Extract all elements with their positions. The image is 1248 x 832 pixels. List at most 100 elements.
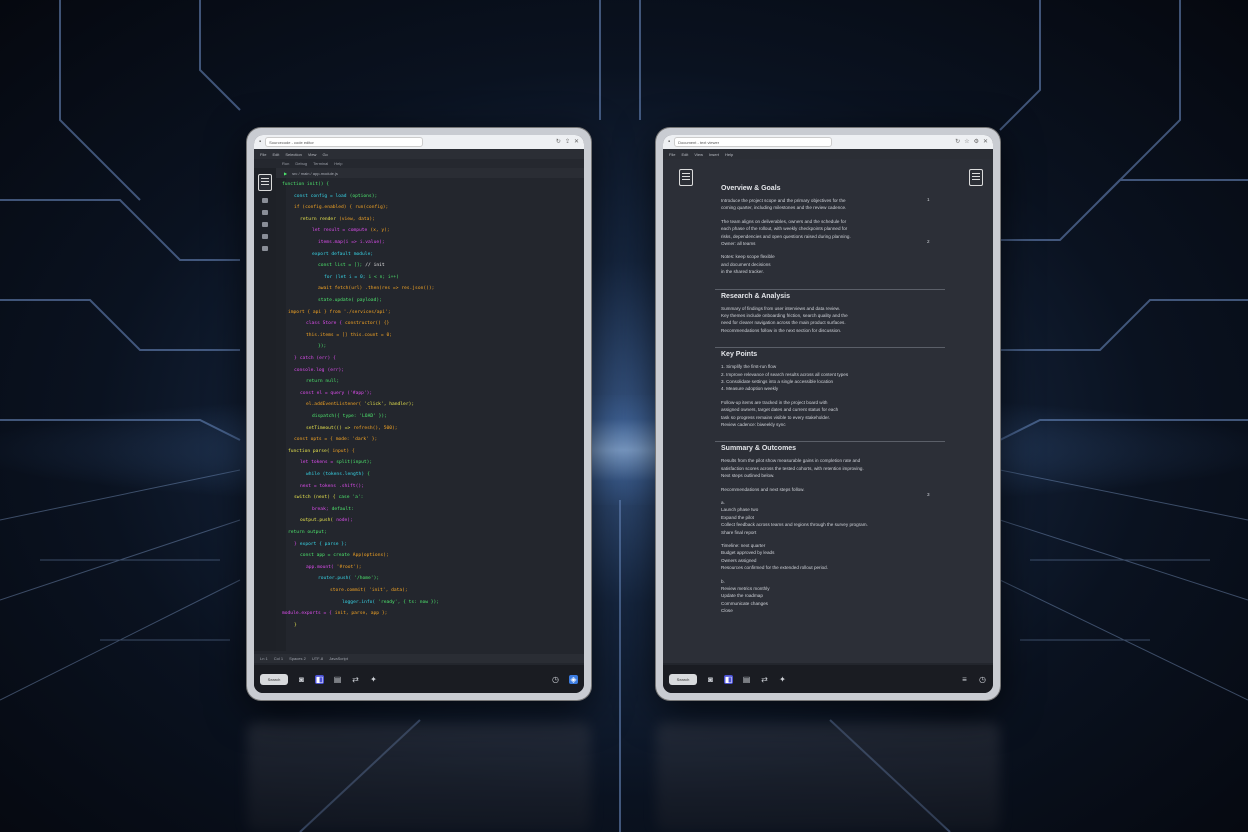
menu-view[interactable]: View [308,152,317,157]
paragraph-line: coming quarter, including milestones and… [721,205,847,211]
code-line: setTimeout(() => refresh(), 500); [306,426,398,431]
close-icon[interactable]: ✕ [983,138,988,146]
code-token: store.commit( [330,588,366,593]
dock-search[interactable]: Search [669,673,697,685]
refresh-icon[interactable]: ↻ [955,138,960,146]
code-line: if (config.enabled) {run(config); [294,205,388,210]
code-line: await fetch(url) .then(res => res.json())… [318,286,434,291]
code-line: return output; [288,530,327,535]
menu-icon[interactable]: ≡ [960,675,969,684]
history-icon[interactable]: ◷ [978,675,987,684]
camera-icon[interactable]: ◙ [706,675,715,684]
menu-view[interactable]: View [694,152,703,157]
paragraph-line: Communicate changes [721,600,768,606]
notes-icon[interactable]: ▤ [742,675,751,684]
editor-toolbar: Run Debug Terminal Help [254,159,584,168]
code-area[interactable]: function init() {const config = load (opt… [282,182,578,649]
paragraph-line: Expand the pilot [721,514,754,520]
dock-search-label: Search [267,676,281,682]
code-token: output.push( [300,518,334,524]
toolbar-debug[interactable]: Debug [295,161,307,166]
document-icon[interactable] [679,169,693,186]
dock-search[interactable]: Search [260,673,288,685]
page-icon: ▪ [668,139,671,145]
translate-icon[interactable]: ⇄ [351,675,360,684]
code-token: const el = query [300,390,345,396]
paragraph-line: each phase of the rollout, with weekly c… [721,226,848,232]
code-line: export default module; [312,252,373,257]
code-app-icon[interactable]: ◧ [315,674,324,684]
code-token: setTimeout(() => [306,425,351,431]
code-token: module.exports = { [282,611,332,617]
code-token: '/home'); [354,576,380,582]
menu-help[interactable]: Help [725,152,733,157]
toolbar-terminal[interactable]: Terminal [313,161,328,166]
file-explorer-icon[interactable] [258,174,272,191]
menu-file[interactable]: File [669,152,675,157]
extensions-icon[interactable] [262,234,268,239]
code-token: catch (err) { [299,356,336,361]
settings-icon[interactable] [262,246,268,251]
paragraph-line: satisfaction scores across the tested co… [721,465,864,471]
paragraph-line: 3. Consolidate settings into a single ac… [721,379,834,384]
file-tab-path[interactable]: src / main / app-module.js [292,171,338,176]
history-icon[interactable]: ◷ [551,675,560,684]
browser-bar: ▪ Sourcecode - code editor ↻ ⇪ ✕ [254,135,584,149]
code-token: logger.info( [342,599,376,605]
code-line: for (let i = 0; i < n; i++) [324,275,399,280]
close-icon[interactable]: ✕ [574,138,579,146]
code-editor-screen: ▪ Sourcecode - code editor ↻ ⇪ ✕ File Ed… [254,135,584,693]
code-token: function parse( [288,448,330,454]
code-token: } [294,622,297,628]
document-outline-icon[interactable] [969,169,983,186]
menu-edit[interactable]: Edit [681,152,688,157]
paragraph-line: Review metrics monthly [721,586,770,591]
search-icon[interactable] [262,198,268,203]
source-control-icon[interactable] [262,210,268,215]
code-token: type: 'LOAD' }); [342,414,387,419]
paragraph-line: Owners assigned [721,557,757,563]
refresh-icon[interactable]: ↻ [556,138,561,146]
camera-icon[interactable]: ◙ [297,675,306,684]
code-line: function parse(input) { [288,449,355,454]
translate-icon[interactable]: ⇄ [760,675,769,684]
menu-insert[interactable]: Insert [709,152,719,157]
bookmark-icon[interactable]: ☆ [964,138,969,146]
browser-icon[interactable]: ◈ [569,674,578,684]
address-bar[interactable]: Document - text viewer [674,137,833,147]
code-token: this.items = [] [306,332,348,338]
code-token: console.log [294,367,325,373]
share-icon[interactable]: ⇪ [565,138,570,146]
paragraph-line: a. [721,500,725,505]
debug-icon[interactable] [262,222,268,227]
code-token: payload); [356,298,382,303]
section-heading: Overview & Goals [721,185,781,192]
menu-file[interactable]: File [260,152,266,157]
paragraph-line: 2. Improve relevance of search results a… [721,371,849,377]
address-bar[interactable]: Sourcecode - code editor [265,137,424,147]
menu-selection[interactable]: Selection [285,152,301,157]
code-token: class Store { [306,321,342,327]
menu-edit[interactable]: Edit [272,152,279,157]
paragraph-line: Recommendations follow in the next secti… [721,327,842,333]
code-token: './services/api'; [343,309,391,315]
settings-icon[interactable]: ⚙ [974,138,979,146]
paragraph-line: Close [721,608,733,614]
code-token: function init() { [282,182,330,187]
section-heading: Key Points [721,351,758,359]
section-divider [715,347,945,349]
code-line: } [294,623,297,628]
pin-icon[interactable]: ✦ [778,675,787,684]
toolbar-run[interactable]: Run [282,161,289,166]
code-token: next = tokens [300,483,336,489]
pin-icon[interactable]: ✦ [369,675,378,684]
notes-icon[interactable]: ▤ [333,675,342,684]
paragraph-line: Launch phase two [721,507,759,513]
code-line: const opts = {mode: 'dark' }; [294,437,377,442]
toolbar-help[interactable]: Help [334,161,342,166]
code-token: dispatch({ [312,414,340,419]
menu-go[interactable]: Go [322,152,327,157]
doc-app-icon[interactable]: ◧ [724,674,733,684]
code-token: App(options); [352,553,389,559]
document-page[interactable]: Overview & Goals Introduce the project sc… [663,159,993,663]
